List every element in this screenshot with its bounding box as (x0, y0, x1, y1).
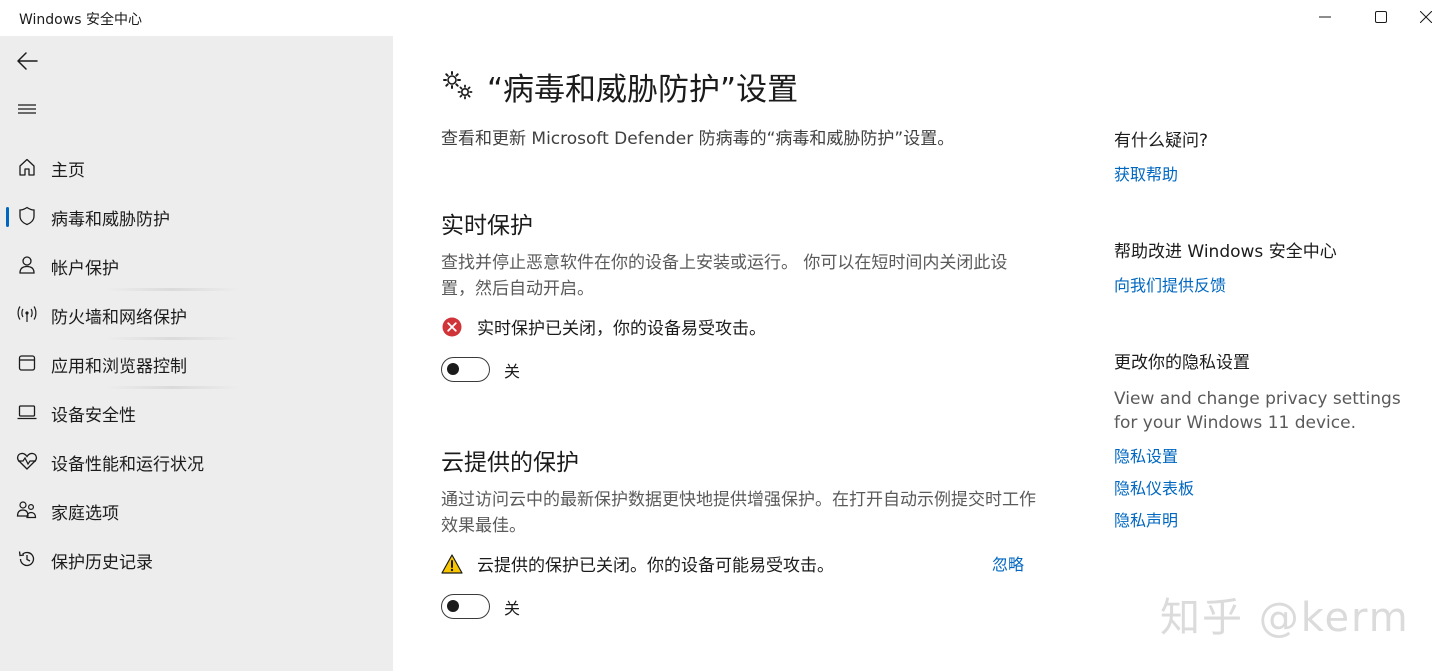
sidebar: 主页 病毒和威胁防护 帐户保护 防火墙和网络保护 应用和浏览器控制 设备安全性 … (0, 36, 393, 671)
sidebar-item-label: 帐户保护 (51, 259, 119, 279)
privacy-block: 更改你的隐私设置 View and change privacy setting… (1114, 348, 1414, 531)
question-heading: 有什么疑问? (1114, 131, 1209, 151)
sidebar-item-firewall[interactable]: 防火墙和网络保护 (0, 291, 393, 340)
sidebar-item-label: 设备性能和运行状况 (51, 455, 204, 475)
maximize-icon (1375, 11, 1387, 23)
page-description: 查看和更新 Microsoft Defender 防病毒的“病毒和威胁防护”设置… (441, 129, 955, 149)
sidebar-item-label: 设备安全性 (51, 406, 136, 426)
status-message: 实时保护已关闭，你的设备易受攻击。 (441, 314, 1041, 339)
sidebar-item-device-security[interactable]: 设备安全性 (0, 389, 393, 438)
privacy-settings-link[interactable]: 隐私设置 (1114, 443, 1414, 467)
minimize-icon (1319, 16, 1331, 18)
back-arrow-icon (17, 52, 38, 70)
close-button[interactable] (1412, 0, 1440, 34)
section-heading: 云提供的保护 (441, 450, 579, 476)
toggle-row: 关 (441, 357, 1041, 382)
improve-heading: 帮助改进 Windows 安全中心 (1114, 242, 1337, 262)
family-icon (16, 499, 38, 521)
help-block: 有什么疑问? 获取帮助 (1114, 126, 1414, 185)
status-text: 实时保护已关闭，你的设备易受攻击。 (477, 319, 766, 339)
privacy-heading: 更改你的隐私设置 (1114, 353, 1250, 373)
page-title: “病毒和威胁防护”设置 (487, 71, 799, 108)
sidebar-item-app-browser-control[interactable]: 应用和浏览器控制 (0, 340, 393, 389)
toggle-row: 关 (441, 594, 1041, 619)
privacy-description: View and change privacy settings for you… (1114, 389, 1401, 433)
realtime-protection-section: 实时保护 查找并停止恶意软件在你的设备上安装或运行。 你可以在短时间内关闭此设置… (441, 206, 1041, 382)
close-icon (1420, 11, 1432, 23)
sidebar-item-protection-history[interactable]: 保护历史记录 (0, 536, 393, 585)
back-button[interactable] (12, 46, 42, 76)
warning-triangle-icon (441, 553, 463, 574)
feedback-link[interactable]: 向我们提供反馈 (1114, 272, 1414, 296)
maximize-button[interactable] (1356, 0, 1406, 34)
sidebar-item-label: 防火墙和网络保护 (51, 308, 187, 328)
shield-icon (16, 205, 38, 227)
window-title: Windows 安全中心 (19, 12, 142, 28)
wifi-antenna-icon (16, 303, 38, 325)
page-header: “病毒和威胁防护”设置 (441, 64, 798, 108)
gears-icon (443, 71, 473, 100)
section-description: 查找并停止恶意软件在你的设备上安装或运行。 你可以在短时间内关闭此设置，然后自动… (441, 253, 1008, 299)
section-heading: 实时保护 (441, 213, 533, 239)
browser-window-icon (16, 352, 38, 374)
sidebar-item-label: 病毒和威胁防护 (51, 210, 170, 230)
toggle-state-label: 关 (504, 598, 521, 618)
realtime-protection-toggle[interactable] (441, 357, 490, 382)
main-content: “病毒和威胁防护”设置 查看和更新 Microsoft Defender 防病毒… (393, 36, 1440, 671)
toggle-knob (447, 600, 459, 612)
section-description: 通过访问云中的最新保护数据更快地提供增强保护。在打开自动示例提交时工作效果最佳。 (441, 490, 1036, 536)
menu-button[interactable] (12, 94, 42, 124)
sidebar-item-label: 家庭选项 (51, 504, 119, 524)
sidebar-item-account-protection[interactable]: 帐户保护 (0, 242, 393, 291)
feedback-block: 帮助改进 Windows 安全中心 向我们提供反馈 (1114, 237, 1414, 296)
home-icon (16, 156, 38, 178)
cloud-protection-section: 云提供的保护 通过访问云中的最新保护数据更快地提供增强保护。在打开自动示例提交时… (441, 443, 1041, 619)
watermark-text: 知乎 @kerm (1160, 595, 1410, 641)
get-help-link[interactable]: 获取帮助 (1114, 161, 1414, 185)
error-x-icon (442, 317, 462, 336)
sidebar-item-label: 应用和浏览器控制 (51, 357, 187, 377)
sidebar-item-home[interactable]: 主页 (0, 144, 393, 193)
sidebar-item-virus-protection[interactable]: 病毒和威胁防护 (0, 193, 393, 242)
minimize-button[interactable] (1300, 0, 1350, 34)
privacy-statement-link[interactable]: 隐私声明 (1114, 507, 1414, 531)
status-text: 云提供的保护已关闭。你的设备可能易受攻击。 (477, 556, 834, 576)
cloud-protection-toggle[interactable] (441, 594, 490, 619)
sidebar-item-family-options[interactable]: 家庭选项 (0, 487, 393, 536)
side-panel: 有什么疑问? 获取帮助 帮助改进 Windows 安全中心 向我们提供反馈 更改… (1114, 126, 1414, 531)
toggle-knob (447, 363, 459, 375)
hamburger-icon (18, 104, 36, 114)
title-bar: Windows 安全中心 (0, 0, 1440, 36)
heart-pulse-icon (16, 450, 38, 472)
toggle-state-label: 关 (504, 361, 521, 381)
sidebar-item-device-performance[interactable]: 设备性能和运行状况 (0, 438, 393, 487)
privacy-dashboard-link[interactable]: 隐私仪表板 (1114, 475, 1414, 499)
person-icon (16, 254, 38, 276)
sidebar-nav: 主页 病毒和威胁防护 帐户保护 防火墙和网络保护 应用和浏览器控制 设备安全性 … (0, 144, 393, 585)
status-message: 云提供的保护已关闭。你的设备可能易受攻击。 忽略 (441, 551, 1041, 576)
sidebar-item-label: 保护历史记录 (51, 553, 153, 573)
sidebar-item-label: 主页 (51, 161, 85, 181)
history-icon (16, 548, 38, 570)
laptop-icon (16, 401, 38, 423)
dismiss-link[interactable]: 忽略 (992, 551, 1024, 575)
